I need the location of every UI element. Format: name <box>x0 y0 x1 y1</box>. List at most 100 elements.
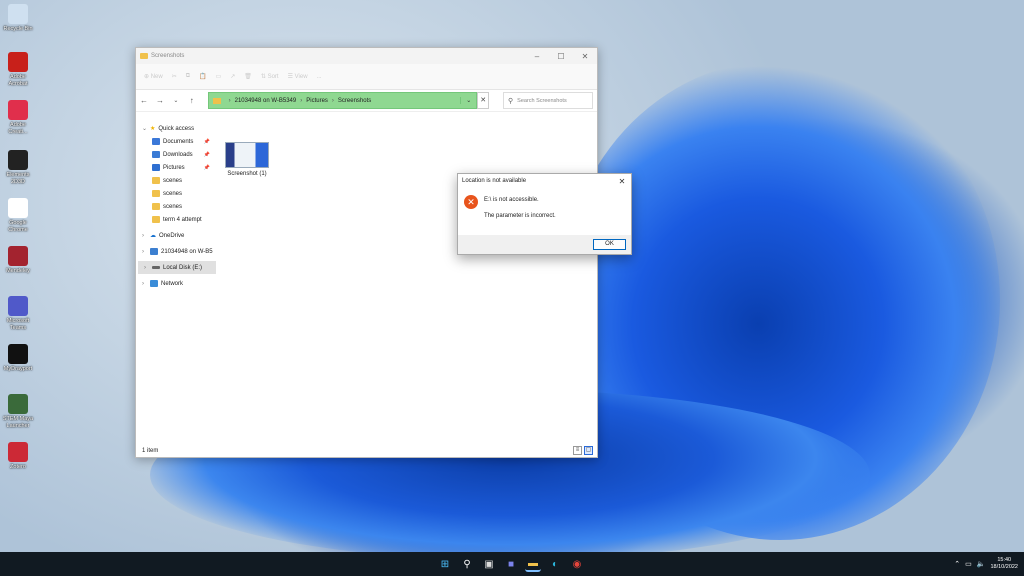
clock[interactable]: 15:40 18/10/2022 <box>990 557 1018 571</box>
chrome-icon[interactable]: ◉ <box>569 556 585 572</box>
desktop-icon[interactable]: Adobe Acrobat <box>2 52 34 88</box>
chevron-right-icon[interactable]: › <box>142 249 150 255</box>
edge-icon[interactable]: ◐ <box>547 556 563 572</box>
volume-icon[interactable]: 🔈 <box>977 560 986 568</box>
search-placeholder: Search Screenshots <box>517 97 567 104</box>
app-icon <box>8 150 28 170</box>
desktop-icon[interactable]: MyDrayport <box>2 344 34 373</box>
desktop-icon-label: Microsoft Teams <box>6 318 30 331</box>
nav-label: Local Disk (E:) <box>163 264 203 271</box>
start-icon[interactable]: ⊞ <box>437 556 453 572</box>
folder-icon <box>152 138 160 145</box>
nav-quick-item[interactable]: Pictures 📌 <box>136 161 216 174</box>
paste-icon[interactable]: 📋 <box>199 73 206 80</box>
nav-network[interactable]: › Network <box>136 277 216 290</box>
desktop-icon[interactable]: Zotero <box>2 442 34 471</box>
desktop-icon[interactable]: Adobe Creati... <box>2 100 34 136</box>
nav-quick-item[interactable]: scenes <box>136 200 216 213</box>
app-icon <box>8 296 28 316</box>
copy-icon[interactable]: ⧉ <box>186 73 190 80</box>
chevron-right-icon[interactable]: › <box>144 265 152 271</box>
pin-icon[interactable]: 📌 <box>204 165 210 171</box>
up-arrow-icon[interactable]: ↑ <box>188 96 196 105</box>
minimize-button[interactable]: – <box>525 52 549 61</box>
ok-button[interactable]: OK <box>593 239 626 250</box>
title-bar[interactable]: Screenshots – ☐ ✕ <box>136 48 597 64</box>
forward-arrow-icon[interactable]: → <box>156 96 164 105</box>
chevron-right-icon[interactable]: › <box>142 233 150 239</box>
nav-quick-item[interactable]: scenes <box>136 174 216 187</box>
nav-label: scenes <box>163 203 183 210</box>
file-item[interactable]: Screenshot (1) <box>222 142 272 177</box>
breadcrumb-screenshots[interactable]: Screenshots <box>338 98 371 104</box>
chat-icon[interactable]: ■ <box>503 556 519 572</box>
breadcrumb-pictures[interactable]: Pictures <box>306 98 328 104</box>
nav-label: Documents <box>163 138 194 145</box>
chevron-right-icon[interactable]: › <box>142 281 150 287</box>
file-thumbnail <box>225 142 269 168</box>
view-button[interactable]: ☰ View <box>288 73 308 80</box>
pin-icon[interactable]: 📌 <box>204 152 210 158</box>
maximize-button[interactable]: ☐ <box>549 52 573 61</box>
desktop-icon[interactable]: Microsoft Teams <box>2 296 34 332</box>
back-arrow-icon[interactable]: ← <box>140 96 148 105</box>
nav-quick-access[interactable]: ⌄ ★ Quick access <box>136 122 216 135</box>
desktop-icon[interactable]: Google Chrome <box>2 198 34 234</box>
nav-quick-item[interactable]: scenes <box>136 187 216 200</box>
folder-icon <box>152 164 160 171</box>
app-icon <box>8 4 28 24</box>
tiles-view-icon[interactable]: ▢ <box>584 446 593 455</box>
file-explorer-icon[interactable]: ▬ <box>525 556 541 572</box>
desktop-icon[interactable]: Recycle Bin <box>2 4 34 33</box>
desktop-icon[interactable]: Mendeley <box>2 246 34 275</box>
more-button[interactable]: ... <box>317 74 322 80</box>
folder-icon <box>152 216 160 223</box>
nav-label: OneDrive <box>159 232 185 239</box>
chevron-down-icon[interactable]: ⌄ <box>142 125 150 132</box>
nav-quick-item[interactable]: Documents 📌 <box>136 135 216 148</box>
desktop-icon-label: Recycle Bin <box>3 26 33 32</box>
chevron-up-icon[interactable]: ⌃ <box>954 560 960 568</box>
nav-quick-item[interactable]: Downloads 📌 <box>136 148 216 161</box>
close-icon[interactable]: ✕ <box>613 177 631 186</box>
search-icon[interactable]: ⚲ <box>459 556 475 572</box>
desktop-icon-label: Zotero <box>10 464 26 470</box>
star-icon: ★ <box>150 126 156 132</box>
drive-icon <box>152 266 160 269</box>
sort-button[interactable]: ⇅ Sort <box>261 73 279 80</box>
recent-chevron-icon[interactable]: ⌄ <box>172 97 180 104</box>
address-bar[interactable]: › 21034948 on W-B5349 › Pictures › Scree… <box>207 92 478 109</box>
desktop-icon[interactable]: Elements 2D3D <box>2 150 34 186</box>
close-icon[interactable]: ✕ <box>477 92 490 109</box>
new-button[interactable]: ⊕ New <box>144 73 163 80</box>
network-icon[interactable]: ▭ <box>965 560 972 568</box>
search-input[interactable]: ⚲ Search Screenshots <box>503 92 593 109</box>
delete-icon[interactable]: 🗑 <box>244 73 252 80</box>
chevron-down-icon[interactable]: ⌄ <box>460 97 476 104</box>
close-button[interactable]: ✕ <box>573 52 597 61</box>
cut-icon[interactable]: ✂ <box>172 73 177 80</box>
dialog-footer: OK <box>458 235 631 254</box>
nav-label: Pictures <box>163 164 185 171</box>
cloud-icon: ☁ <box>150 233 156 239</box>
breadcrumb-drive[interactable]: 21034948 on W-B5349 <box>235 98 297 104</box>
breadcrumb-separator: › <box>331 97 334 104</box>
rename-icon[interactable]: ▭ <box>216 73 222 80</box>
desktop-icon[interactable]: STEM Maya Launcher <box>2 394 34 430</box>
nav-network-drive[interactable]: › 21034948 on W-B5 <box>136 245 216 258</box>
folder-icon <box>152 151 160 158</box>
desktop-icon-label: STEM Maya Launcher <box>2 416 34 429</box>
pin-icon[interactable]: 📌 <box>204 139 210 145</box>
task-view-icon[interactable]: ▣ <box>481 556 497 572</box>
share-icon[interactable]: ↗ <box>230 73 235 80</box>
nav-quick-item[interactable]: term 4 attempt <box>136 213 216 226</box>
status-text: 1 item <box>142 448 159 454</box>
details-view-icon[interactable]: ≡ <box>573 446 582 455</box>
navigation-pane: ⌄ ★ Quick access Documents 📌 Downloads 📌 Pic… <box>136 118 216 445</box>
folder-icon <box>140 53 148 59</box>
nav-onedrive[interactable]: › ☁ OneDrive <box>136 229 216 242</box>
nav-label: scenes <box>163 190 183 197</box>
app-icon <box>8 246 28 266</box>
nav-local-disk[interactable]: › Local Disk (E:) <box>138 261 216 274</box>
app-icon <box>8 52 28 72</box>
